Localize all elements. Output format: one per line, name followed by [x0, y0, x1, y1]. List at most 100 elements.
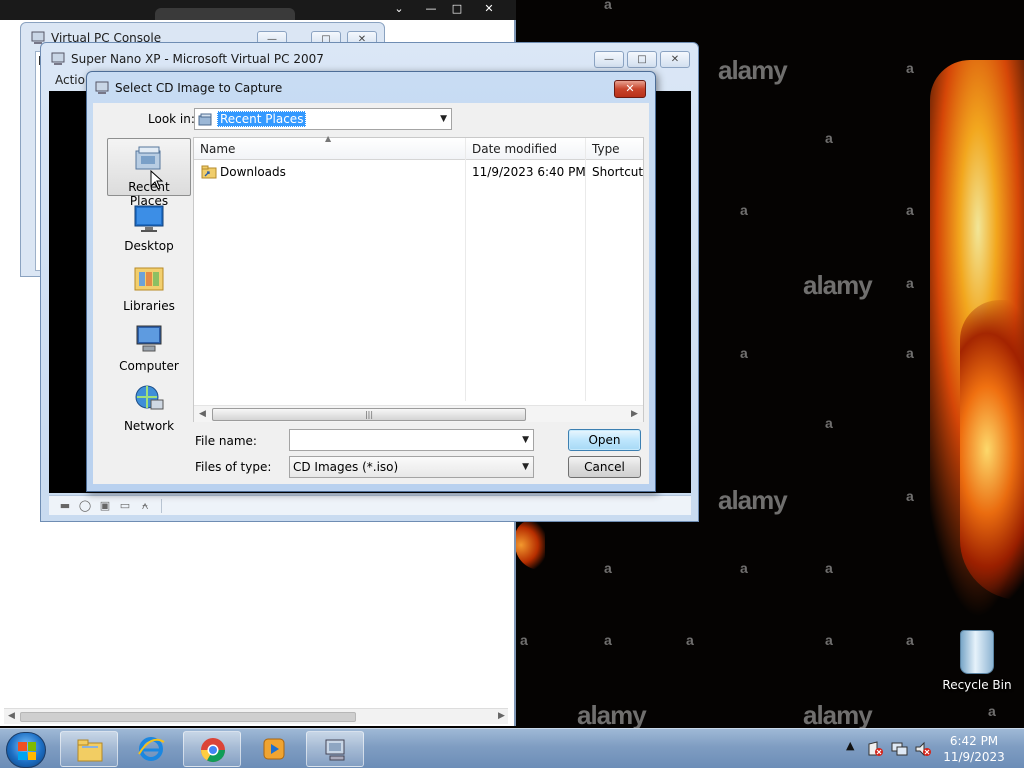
- watermark: a: [825, 560, 833, 576]
- start-button[interactable]: [6, 732, 46, 768]
- watermark: a: [825, 415, 833, 431]
- scroll-left-icon[interactable]: ◀: [8, 711, 15, 721]
- scroll-right-icon[interactable]: ▶: [631, 409, 638, 419]
- scroll-left-icon[interactable]: ◀: [199, 409, 206, 419]
- close-button[interactable]: ✕: [474, 0, 504, 18]
- vpc-title: Super Nano XP - Microsoft Virtual PC 200…: [71, 52, 324, 66]
- file-list-header: Name ▲ Date modified Type: [194, 134, 643, 160]
- dialog-title: Select CD Image to Capture: [115, 81, 283, 95]
- watermark: alamy: [718, 485, 788, 515]
- watermark: a: [520, 632, 528, 648]
- taskbar-chrome[interactable]: [183, 731, 241, 767]
- volume-muted-icon[interactable]: [914, 741, 932, 757]
- look-in-combo[interactable]: Recent Places ▼: [194, 108, 452, 130]
- internet-explorer-icon: [138, 737, 165, 761]
- computer-icon: [136, 325, 162, 352]
- explorer-icon: [77, 739, 103, 762]
- watermark: alamy: [577, 700, 647, 728]
- media-player-icon: [263, 738, 285, 760]
- taskbar-explorer[interactable]: [60, 731, 118, 767]
- libraries-icon: [134, 267, 164, 291]
- files-of-type-select[interactable]: CD Images (*.iso) ▼: [289, 456, 534, 478]
- wallpaper-fire: [960, 300, 1024, 600]
- taskbar: ▲ 6:42 PM 11/9/2023: [0, 728, 1024, 768]
- watermark: a: [906, 488, 914, 504]
- dialog-body: Look in: Recent Places ▼ Recent Places D…: [93, 103, 649, 484]
- virtual-pc-icon: [325, 739, 345, 761]
- taskbar-virtual-pc[interactable]: [306, 731, 364, 767]
- mouse-cursor-icon: [150, 170, 164, 190]
- sort-arrow-icon: ▲: [325, 134, 332, 143]
- column-header-type[interactable]: Type: [586, 138, 643, 160]
- floppy-icon[interactable]: ▣: [97, 499, 113, 513]
- desktop-icon: [134, 205, 164, 232]
- watermark: a: [988, 703, 996, 719]
- places-bar: Recent Places Desktop Libraries Computer: [99, 135, 191, 485]
- recycle-bin[interactable]: Recycle Bin: [942, 630, 1012, 692]
- horizontal-scrollbar[interactable]: ◀ ▶: [4, 708, 508, 724]
- place-desktop[interactable]: Desktop: [107, 198, 191, 256]
- watermark: a: [906, 202, 914, 218]
- watermark: a: [740, 345, 748, 361]
- chevron-down-icon[interactable]: ⌄: [384, 0, 414, 18]
- place-computer[interactable]: Computer: [107, 318, 191, 376]
- minimize-button[interactable]: —: [594, 51, 624, 68]
- action-center-icon[interactable]: [866, 741, 884, 757]
- watermark: a: [825, 632, 833, 648]
- folder-shortcut-icon: [201, 165, 217, 179]
- network-status-icon[interactable]: [891, 741, 909, 757]
- place-network[interactable]: Network: [107, 378, 191, 436]
- scrollbar-thumb[interactable]: |||: [212, 408, 526, 421]
- close-button[interactable]: ✕: [660, 51, 690, 68]
- watermark: a: [604, 0, 612, 12]
- watermark: a: [825, 130, 833, 146]
- background-window-titlebar: ⌄ — □ ✕: [0, 0, 516, 20]
- open-button[interactable]: Open: [568, 429, 641, 451]
- file-type-cell: Shortcut: [592, 165, 644, 179]
- watermark: a: [906, 632, 914, 648]
- taskbar-media-player[interactable]: [245, 731, 303, 767]
- chevron-down-icon[interactable]: ▼: [522, 430, 529, 450]
- maximize-button[interactable]: □: [627, 51, 657, 68]
- show-hidden-icons-icon[interactable]: ▲: [846, 739, 854, 752]
- place-label: Computer: [119, 359, 179, 373]
- network-adapter-icon[interactable]: ⍲: [137, 499, 153, 513]
- taskbar-internet-explorer[interactable]: [122, 731, 180, 767]
- chevron-down-icon[interactable]: ▼: [440, 109, 447, 129]
- watermark: a: [686, 632, 694, 648]
- taskbar-clock[interactable]: 6:42 PM 11/9/2023: [932, 733, 1016, 765]
- scroll-right-icon[interactable]: ▶: [498, 711, 505, 721]
- place-label: Desktop: [124, 239, 174, 253]
- place-recent-places[interactable]: Recent Places: [107, 138, 191, 208]
- watermark: alamy: [803, 700, 873, 728]
- cd-drive-icon[interactable]: ◯: [77, 499, 93, 513]
- look-in-value: Recent Places: [217, 111, 307, 127]
- place-libraries[interactable]: Libraries: [107, 258, 191, 316]
- file-row-downloads[interactable]: Downloads 11/9/2023 6:40 PM Shortcut: [194, 162, 643, 182]
- watermark: a: [604, 632, 612, 648]
- hard-disk-icon[interactable]: ▬: [57, 499, 73, 513]
- watermark: a: [906, 345, 914, 361]
- shared-folder-icon[interactable]: ▭: [117, 499, 133, 513]
- divider: [161, 499, 162, 513]
- file-list[interactable]: Name ▲ Date modified Type Downloads 11/9…: [193, 134, 644, 422]
- watermark: alamy: [718, 55, 788, 85]
- file-name-input[interactable]: ▼: [289, 429, 534, 451]
- file-list-horizontal-scrollbar[interactable]: ◀ ||| ▶: [194, 405, 643, 422]
- maximize-button[interactable]: □: [442, 0, 472, 18]
- column-header-date-modified[interactable]: Date modified: [466, 138, 585, 160]
- watermark: a: [740, 560, 748, 576]
- watermark: a: [906, 275, 914, 291]
- scrollbar-thumb[interactable]: [20, 712, 356, 722]
- chevron-down-icon[interactable]: ▼: [522, 457, 529, 477]
- browser-tab[interactable]: [155, 8, 295, 20]
- vpc-menu-action[interactable]: Actio: [55, 73, 85, 87]
- watermark: a: [906, 60, 914, 76]
- chrome-icon: [201, 738, 225, 763]
- recycle-bin-label: Recycle Bin: [942, 678, 1012, 692]
- clock-time: 6:42 PM: [949, 734, 999, 748]
- virtual-pc-icon: [51, 52, 65, 65]
- cancel-button[interactable]: Cancel: [568, 456, 641, 478]
- recent-places-icon: [198, 113, 212, 125]
- dialog-close-button[interactable]: ✕: [614, 80, 646, 98]
